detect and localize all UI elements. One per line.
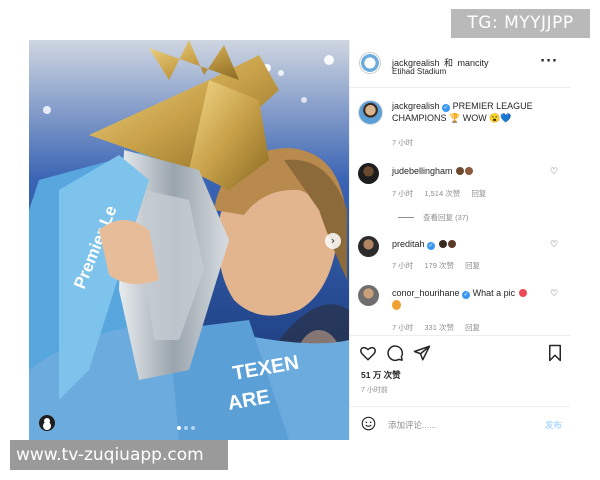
verified-badge-icon: ✓ xyxy=(427,242,436,250)
reply-button[interactable]: 回复 xyxy=(471,189,486,198)
comment-text-block: preditah ✓ xyxy=(392,238,542,250)
carousel-dot xyxy=(184,426,188,430)
comment-item: judebellingham ♡ 7 小时 1,514 次赞 回复 xyxy=(358,163,563,203)
comment-text: What a pic xyxy=(472,288,516,298)
verified-badge-icon: ✓ xyxy=(442,104,451,112)
like-comment-heart-icon[interactable]: ♡ xyxy=(550,241,559,250)
post-side-panel: jackgrealish 和 mancity Etihad Stadium ··… xyxy=(349,40,570,440)
comment-bubble-icon[interactable] xyxy=(386,344,404,362)
judebellingham-avatar[interactable] xyxy=(358,163,379,184)
comment-meta: 7 小时 1,514 次赞 回复 xyxy=(392,188,495,199)
view-replies-button[interactable]: 查看回复 (37) xyxy=(398,212,468,223)
jackgrealish-avatar[interactable] xyxy=(358,100,383,125)
post-header: jackgrealish 和 mancity Etihad Stadium ··… xyxy=(350,40,570,88)
red-heart-emoji-icon xyxy=(518,289,527,297)
verified-badge-icon: ✓ xyxy=(462,291,471,299)
comment-item: conor_hourihane ✓ What a pic ♡ 7 小时 331 … xyxy=(358,285,563,333)
fire-emoji-icon xyxy=(392,300,401,310)
emoji-smiley-icon[interactable] xyxy=(361,416,376,431)
view-replies-label[interactable]: 查看回复 (37) xyxy=(423,212,468,223)
add-comment-bar: 添加评论...... 发布 xyxy=(350,406,570,440)
share-paper-plane-icon[interactable] xyxy=(413,344,431,362)
posted-time: 7 小时前 xyxy=(361,387,388,394)
caption: jackgrealish ✓ PREMIER LEAGUE CHAMPIONS … xyxy=(358,100,563,147)
emoji-icon xyxy=(447,240,456,248)
carousel-dot-active xyxy=(177,426,181,430)
conor-hourihane-avatar[interactable] xyxy=(358,285,379,306)
likes-count[interactable]: 51 万 次赞 xyxy=(361,369,401,381)
comment-likes[interactable]: 179 次赞 xyxy=(424,261,454,270)
carousel-indicator xyxy=(177,426,195,430)
like-comment-heart-icon[interactable]: ♡ xyxy=(550,290,559,299)
like-heart-icon[interactable] xyxy=(359,344,377,362)
reply-button[interactable]: 回复 xyxy=(465,323,480,332)
comment-author[interactable]: preditah xyxy=(392,239,425,249)
collaborator-link[interactable]: mancity xyxy=(457,58,488,68)
comment-time: 7 小时 xyxy=(392,189,414,198)
caption-author[interactable]: jackgrealish xyxy=(392,101,440,111)
comment-likes[interactable]: 331 次赞 xyxy=(424,323,454,332)
instagram-post-card: Premier Le TEXEN ARE › jackgrealish 和 ma… xyxy=(29,40,570,440)
save-bookmark-icon[interactable] xyxy=(546,344,564,362)
location-link[interactable]: Etihad Stadium xyxy=(392,67,446,76)
comment-meta: 7 小时 331 次赞 回复 xyxy=(392,322,489,333)
caption-time: 7 小时 xyxy=(392,138,414,147)
watermark-bottom: www.tv-zuqiuapp.com xyxy=(10,440,228,470)
next-image-chevron-icon[interactable]: › xyxy=(325,233,341,249)
post-comment-button[interactable]: 发布 xyxy=(545,419,562,431)
like-comment-heart-icon[interactable]: ♡ xyxy=(550,168,559,177)
preditah-avatar[interactable] xyxy=(358,236,379,257)
comment-text-block: conor_hourihane ✓ What a pic xyxy=(392,287,542,313)
post-actions-bar xyxy=(350,335,570,369)
comment-author[interactable]: judebellingham xyxy=(392,166,453,176)
reply-button[interactable]: 回复 xyxy=(465,261,480,270)
caption-text-block: jackgrealish ✓ PREMIER LEAGUE CHAMPIONS … xyxy=(392,100,557,124)
comment-item: preditah ✓ ♡ 7 小时 179 次赞 回复 xyxy=(358,236,563,276)
carousel-dot xyxy=(191,426,195,430)
comment-time: 7 小时 xyxy=(392,323,414,332)
comment-author[interactable]: conor_hourihane xyxy=(392,288,460,298)
more-options-icon[interactable]: ··· xyxy=(540,54,558,69)
emoji-icon xyxy=(456,167,465,175)
watermark-top: TG: MYYJJPP xyxy=(451,9,590,38)
emoji-icon xyxy=(465,167,474,175)
comment-meta: 7 小时 179 次赞 回复 xyxy=(392,260,489,271)
comment-time: 7 小时 xyxy=(392,261,414,270)
post-photo: Premier Le TEXEN ARE › xyxy=(29,40,349,440)
mancity-avatar[interactable] xyxy=(359,52,381,74)
post-image: Premier Le TEXEN ARE xyxy=(29,40,349,440)
replies-divider xyxy=(398,217,414,218)
tagged-users-icon[interactable] xyxy=(39,415,55,431)
comment-likes[interactable]: 1,514 次赞 xyxy=(424,189,460,198)
comment-text-block: judebellingham xyxy=(392,165,542,177)
add-comment-input[interactable]: 添加评论...... xyxy=(388,419,436,431)
emoji-icon xyxy=(438,240,447,248)
